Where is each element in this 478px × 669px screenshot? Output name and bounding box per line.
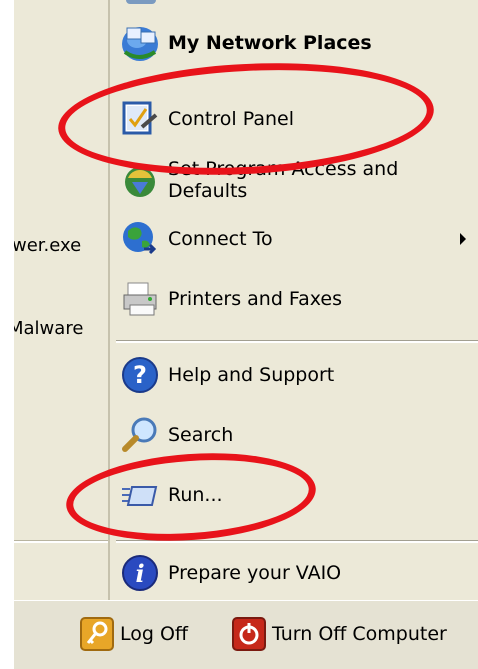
partial-icon-top xyxy=(126,0,156,4)
power-icon xyxy=(232,617,266,651)
left-item-label: wer.exe xyxy=(14,235,82,256)
menu-separator xyxy=(116,340,478,343)
menu-item-label: Connect To xyxy=(168,228,273,250)
menu-item-label: My Network Places xyxy=(168,32,372,54)
menu-item-prepare-vaio[interactable]: i Prepare your VAIO xyxy=(118,548,341,598)
menu-item-connect-to[interactable]: Connect To xyxy=(118,214,273,264)
menu-item-label: Prepare your VAIO xyxy=(168,562,342,584)
log-off-button[interactable]: Log Off xyxy=(80,617,188,651)
menu-item-network-places[interactable]: My Network Places xyxy=(118,18,372,68)
left-item-program[interactable]: wer.exe xyxy=(14,235,108,256)
svg-text:i: i xyxy=(135,559,144,588)
menu-item-help[interactable]: ? Help and Support xyxy=(118,350,334,400)
menu-item-printers[interactable]: Printers and Faxes xyxy=(118,274,342,324)
left-divider xyxy=(14,540,108,543)
search-icon xyxy=(118,413,162,457)
connect-to-icon xyxy=(118,217,162,261)
network-places-icon xyxy=(118,21,162,65)
info-icon: i xyxy=(118,551,162,595)
key-icon xyxy=(80,617,114,651)
menu-item-label: Help and Support xyxy=(168,364,335,386)
menu-item-label: Printers and Faxes xyxy=(168,288,343,310)
start-menu-footer: Log Off Turn Off Computer xyxy=(14,600,478,669)
submenu-arrow-icon xyxy=(460,233,466,245)
printer-icon xyxy=(118,277,162,321)
turn-off-button[interactable]: Turn Off Computer xyxy=(232,617,447,651)
left-item-program[interactable]: Malware xyxy=(14,318,108,339)
log-off-label: Log Off xyxy=(120,623,189,645)
svg-text:?: ? xyxy=(133,361,147,389)
left-item-label: Malware xyxy=(14,318,84,339)
turn-off-label: Turn Off Computer xyxy=(272,623,447,645)
menu-item-label: Search xyxy=(168,424,234,446)
help-icon: ? xyxy=(118,353,162,397)
